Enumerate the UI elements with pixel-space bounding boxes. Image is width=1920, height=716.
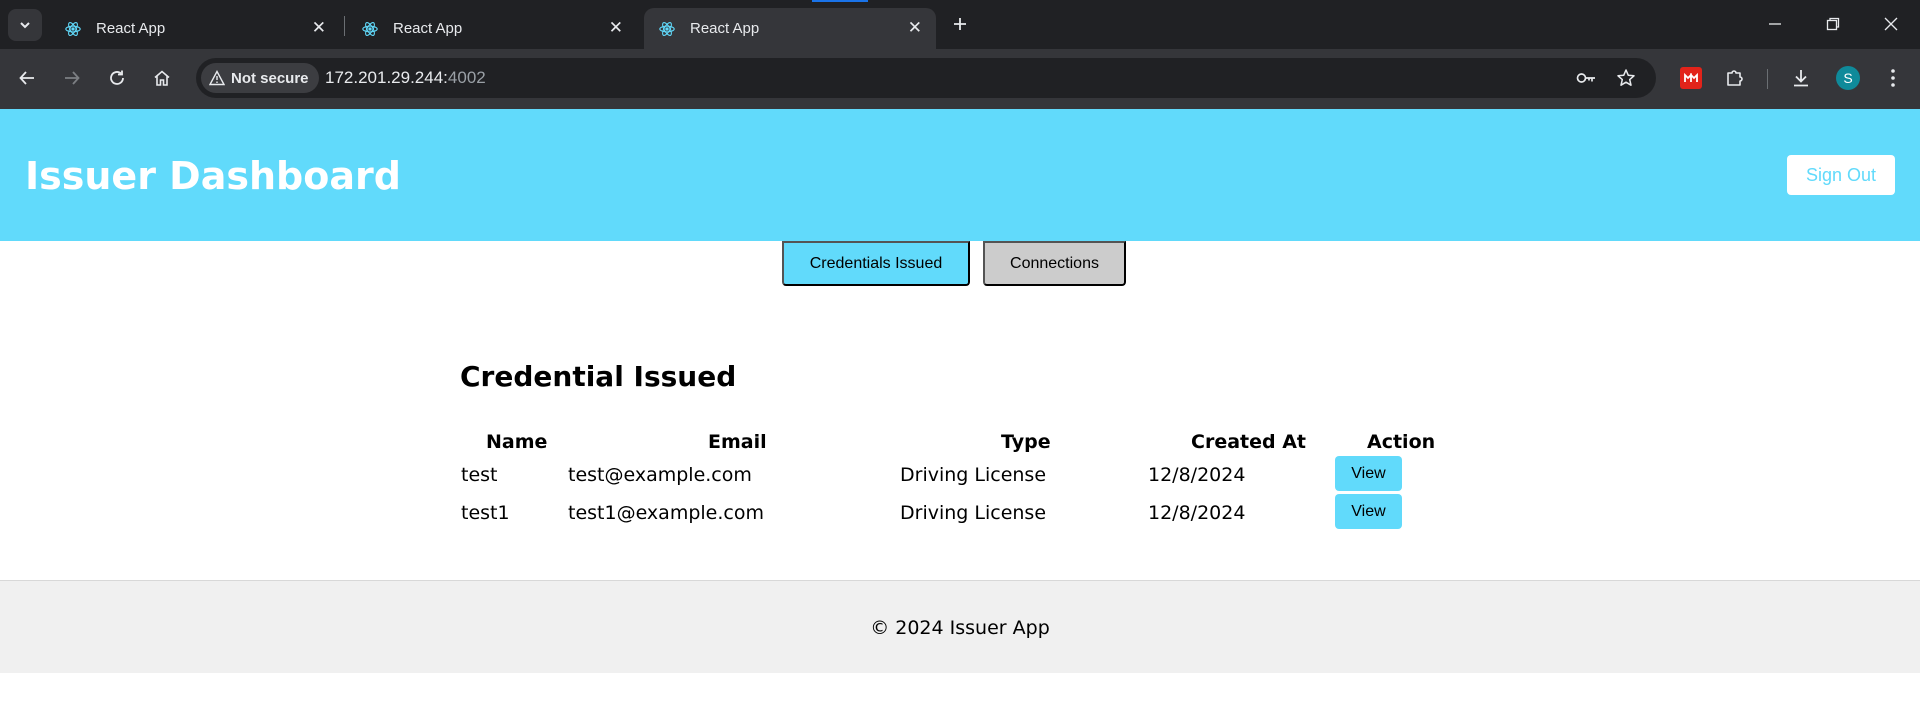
cell-type: Driving License bbox=[900, 502, 1047, 524]
address-bar[interactable]: Not secure 172.201.29.244:4002 bbox=[196, 58, 1656, 98]
cell-type: Driving License bbox=[900, 464, 1047, 486]
star-icon bbox=[1617, 69, 1635, 86]
tab-title: React App bbox=[96, 20, 166, 37]
close-window-button[interactable] bbox=[1878, 11, 1904, 37]
download-icon bbox=[1794, 70, 1808, 87]
column-header-email: Email bbox=[708, 431, 767, 453]
arrow-left-icon bbox=[19, 71, 34, 85]
react-icon bbox=[65, 22, 81, 36]
cell-email: test1@example.com bbox=[568, 502, 764, 524]
security-chip[interactable]: Not secure bbox=[201, 63, 319, 93]
extensions-button[interactable] bbox=[1722, 65, 1748, 91]
cell-name: test1 bbox=[461, 502, 510, 524]
minimize-icon bbox=[1769, 23, 1781, 25]
browser-tab-3-active[interactable]: React App ✕ bbox=[644, 8, 936, 49]
profile-avatar[interactable]: S bbox=[1836, 66, 1860, 90]
browser-tab-2[interactable]: React App ✕ bbox=[347, 8, 637, 49]
column-header-action: Action bbox=[1367, 431, 1436, 453]
home-button[interactable] bbox=[147, 63, 177, 93]
tab-connections[interactable]: Connections bbox=[983, 241, 1126, 286]
password-key-button[interactable] bbox=[1574, 66, 1598, 90]
puzzle-icon bbox=[1727, 70, 1743, 86]
key-icon bbox=[1576, 73, 1595, 83]
url-port: 4002 bbox=[447, 68, 486, 87]
view-button[interactable]: View bbox=[1335, 494, 1402, 529]
tab-title: React App bbox=[393, 20, 463, 37]
tab-search-button[interactable] bbox=[8, 9, 42, 41]
browser-tab-strip: React App ✕ React App ✕ React App ✕ bbox=[0, 0, 1920, 49]
tab-credentials-issued[interactable]: Credentials Issued bbox=[782, 241, 970, 286]
minimize-button[interactable] bbox=[1762, 11, 1788, 37]
section-title: Credential Issued bbox=[460, 360, 737, 393]
reload-button[interactable] bbox=[102, 63, 132, 93]
close-icon[interactable]: ✕ bbox=[609, 19, 623, 37]
restore-icon bbox=[1826, 17, 1840, 31]
extension-logo-icon bbox=[1684, 72, 1698, 82]
cell-name: test bbox=[461, 464, 498, 486]
sign-out-button[interactable]: Sign Out bbox=[1787, 155, 1895, 195]
downloads-button[interactable] bbox=[1788, 65, 1814, 91]
chevron-down-icon bbox=[20, 22, 30, 29]
view-button[interactable]: View bbox=[1335, 456, 1402, 491]
cell-email: test@example.com bbox=[568, 464, 752, 486]
browser-menu-button[interactable] bbox=[1880, 65, 1906, 91]
close-icon[interactable]: ✕ bbox=[312, 19, 326, 37]
app-header: Issuer Dashboard Sign Out bbox=[0, 109, 1920, 241]
forward-button[interactable] bbox=[57, 63, 87, 93]
column-header-type: Type bbox=[1001, 431, 1051, 453]
reload-icon bbox=[110, 70, 124, 85]
new-tab-button[interactable] bbox=[948, 12, 972, 36]
column-header-name: Name bbox=[486, 431, 548, 453]
react-icon bbox=[659, 22, 675, 36]
toolbar-divider bbox=[1767, 69, 1768, 89]
tab-divider bbox=[344, 16, 345, 36]
react-icon bbox=[362, 22, 378, 36]
bookmark-star-button[interactable] bbox=[1614, 66, 1638, 90]
cell-created-at: 12/8/2024 bbox=[1148, 464, 1246, 486]
page-footer: © 2024 Issuer App bbox=[0, 580, 1920, 673]
warning-icon bbox=[209, 70, 225, 86]
column-header-created-at: Created At bbox=[1191, 431, 1306, 453]
plus-icon bbox=[954, 18, 966, 30]
footer-copyright: © 2024 Issuer App bbox=[870, 617, 1050, 639]
url-host: 172.201.29.244: bbox=[325, 68, 448, 87]
kebab-menu-icon bbox=[1891, 69, 1895, 87]
home-icon bbox=[154, 70, 170, 86]
browser-toolbar: Not secure 172.201.29.244:4002 S bbox=[0, 49, 1920, 109]
tab-indicator bbox=[812, 0, 868, 2]
close-icon[interactable]: ✕ bbox=[908, 19, 922, 37]
back-button[interactable] bbox=[12, 63, 42, 93]
browser-tab-1[interactable]: React App ✕ bbox=[50, 8, 340, 49]
page-title: Issuer Dashboard bbox=[25, 154, 401, 198]
extension-red-icon[interactable] bbox=[1680, 67, 1702, 89]
cell-created-at: 12/8/2024 bbox=[1148, 502, 1246, 524]
tab-title: React App bbox=[690, 20, 760, 37]
arrow-right-icon bbox=[65, 71, 80, 85]
restore-button[interactable] bbox=[1820, 11, 1846, 37]
close-icon bbox=[1884, 17, 1898, 31]
url-text: 172.201.29.244:4002 bbox=[325, 68, 486, 88]
security-label: Not secure bbox=[231, 69, 309, 87]
